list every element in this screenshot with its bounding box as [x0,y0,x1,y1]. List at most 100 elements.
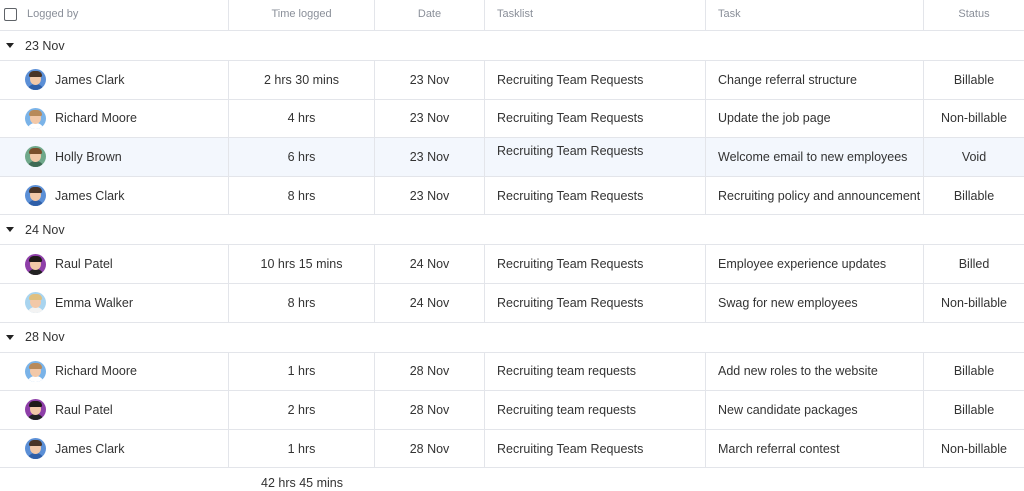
date-cell[interactable]: 23 Nov [375,138,485,176]
header-date[interactable]: Date [375,0,485,30]
date-cell[interactable]: 23 Nov [375,176,485,215]
task-cell[interactable]: Change referral structure [706,61,924,99]
status-cell[interactable]: Non-billable [924,284,1024,322]
header-status[interactable]: Status [924,0,1024,30]
task-cell[interactable]: Add new roles to the website [706,352,924,391]
logged-by-cell[interactable]: Raul Patel [0,245,229,283]
logged-by-cell[interactable]: Holly Brown [0,138,229,176]
logged-by-cell[interactable]: Richard Moore [0,352,229,391]
table-body: 23 Nov James Clark 2 hrs 30 mins 23 Nov Recr… [0,31,1024,469]
tasklist-cell[interactable]: Recruiting Team Requests [485,176,706,215]
date-cell[interactable]: 28 Nov [375,391,485,429]
table-footer: 42 hrs 45 mins [0,468,1024,491]
tasklist-cell[interactable]: Recruiting Team Requests [485,245,706,283]
table-row[interactable]: Emma Walker 8 hrs 24 Nov Recruiting Team Re… [0,283,1024,323]
table-row[interactable]: James Clark 8 hrs 23 Nov Recruiting Team Re… [0,176,1024,216]
date-cell[interactable]: 23 Nov [375,99,485,138]
avatar [25,399,46,421]
table-row[interactable]: Raul Patel 10 hrs 15 mins 24 Nov Recruiting… [0,245,1024,284]
table-row[interactable]: Richard Moore 4 hrs 23 Nov Recruiting Team … [0,99,1024,139]
user-name: Holly Brown [55,149,122,164]
tasklist-cell[interactable]: Recruiting Team Requests [485,429,706,468]
avatar [25,69,46,91]
logged-by-cell[interactable]: James Clark [0,429,229,468]
status-cell[interactable]: Billable [924,61,1024,99]
task-cell[interactable]: Employee experience updates [706,245,924,283]
table-row[interactable]: Raul Patel 2 hrs 28 Nov Recruiting team req… [0,391,1024,430]
user-name: Raul Patel [55,402,113,417]
group-header[interactable]: 23 Nov [0,31,1024,61]
group-header[interactable]: 28 Nov [0,323,1024,353]
logged-by-cell[interactable]: Richard Moore [0,99,229,138]
table-row[interactable]: Richard Moore 1 hrs 28 Nov Recruiting team … [0,352,1024,392]
status-cell[interactable]: Non-billable [924,430,1024,468]
logged-by-cell[interactable]: James Clark [0,176,229,215]
caret-down-icon[interactable] [6,227,14,233]
avatar [25,185,46,207]
logged-by-cell[interactable]: Raul Patel [0,391,229,429]
task-cell[interactable]: Update the job page [706,99,924,138]
time-logged-cell[interactable]: 10 hrs 15 mins [229,245,375,283]
task-cell[interactable]: Welcome email to new employees [706,138,924,176]
status-cell[interactable]: Non-billable [924,100,1024,138]
header-tasklist[interactable]: Tasklist [485,0,706,30]
date-cell[interactable]: 24 Nov [375,283,485,322]
tasklist-cell[interactable]: Recruiting Team Requests [485,61,706,99]
time-logged-cell[interactable]: 1 hrs [229,429,375,468]
avatar [25,253,46,275]
logged-by-cell[interactable]: Emma Walker [0,283,229,322]
tasklist-cell[interactable]: Recruiting Team Requests [485,99,706,138]
avatar [25,438,46,460]
status-cell[interactable]: Billable [924,177,1024,215]
time-logged-cell[interactable]: 2 hrs 30 mins [229,61,375,99]
time-logged-cell[interactable]: 2 hrs [229,391,375,429]
tasklist-cell[interactable]: Recruiting team requests [485,391,706,429]
group-header[interactable]: 24 Nov [0,215,1024,246]
avatar [25,107,46,129]
tasklist-cell[interactable]: Recruiting team requests [485,352,706,391]
user-name: Richard Moore [55,364,137,379]
header-logged-by[interactable]: Logged by [0,0,229,30]
task-cell[interactable]: New candidate packages [706,391,924,429]
table-row[interactable]: Holly Brown 6 hrs 23 Nov Recruiting Team Re… [0,138,1024,177]
user-name: Emma Walker [55,295,134,310]
timesheet-table: Logged by Time logged Date Tasklist Task… [0,0,1024,491]
date-cell[interactable]: 23 Nov [375,61,485,99]
user-name: Raul Patel [55,257,113,272]
table-header: Logged by Time logged Date Tasklist Task… [0,0,1024,31]
logged-by-cell[interactable]: James Clark [0,61,229,99]
time-logged-cell[interactable]: 8 hrs [229,283,375,322]
group-label: 23 Nov [25,38,65,53]
user-name: James Clark [55,441,125,456]
header-logged-by-label: Logged by [27,8,79,20]
user-name: James Clark [55,188,125,203]
caret-down-icon[interactable] [6,43,14,48]
table-row[interactable]: James Clark 2 hrs 30 mins 23 Nov Recruiting… [0,61,1024,100]
status-cell[interactable]: Billable [924,353,1024,391]
time-logged-cell[interactable]: 4 hrs [229,99,375,138]
date-cell[interactable]: 24 Nov [375,245,485,283]
header-time-logged[interactable]: Time logged [229,0,375,30]
status-cell[interactable]: Billed [924,245,1024,283]
group-label: 28 Nov [25,330,65,345]
task-cell[interactable]: Swag for new employees [706,283,924,322]
tasklist-cell[interactable]: Recruiting Team Requests [485,283,706,322]
select-all-checkbox[interactable] [4,8,17,21]
time-logged-cell[interactable]: 1 hrs [229,352,375,391]
date-cell[interactable]: 28 Nov [375,429,485,468]
header-task[interactable]: Task [706,0,924,30]
task-cell[interactable]: Recruiting policy and announcement [706,176,924,215]
group-label: 24 Nov [25,222,65,237]
tasklist-cell[interactable]: Recruiting Team Requests [485,138,706,176]
caret-down-icon[interactable] [6,334,14,340]
status-cell[interactable]: Void [924,138,1024,176]
date-cell[interactable]: 28 Nov [375,352,485,391]
user-name: Richard Moore [55,111,137,126]
task-cell[interactable]: March referral contest [706,429,924,468]
avatar [25,292,46,314]
table-row[interactable]: James Clark 1 hrs 28 Nov Recruiting Team Re… [0,429,1024,469]
status-cell[interactable]: Billable [924,391,1024,429]
avatar [25,360,46,382]
time-logged-cell[interactable]: 6 hrs [229,138,375,176]
time-logged-cell[interactable]: 8 hrs [229,176,375,215]
